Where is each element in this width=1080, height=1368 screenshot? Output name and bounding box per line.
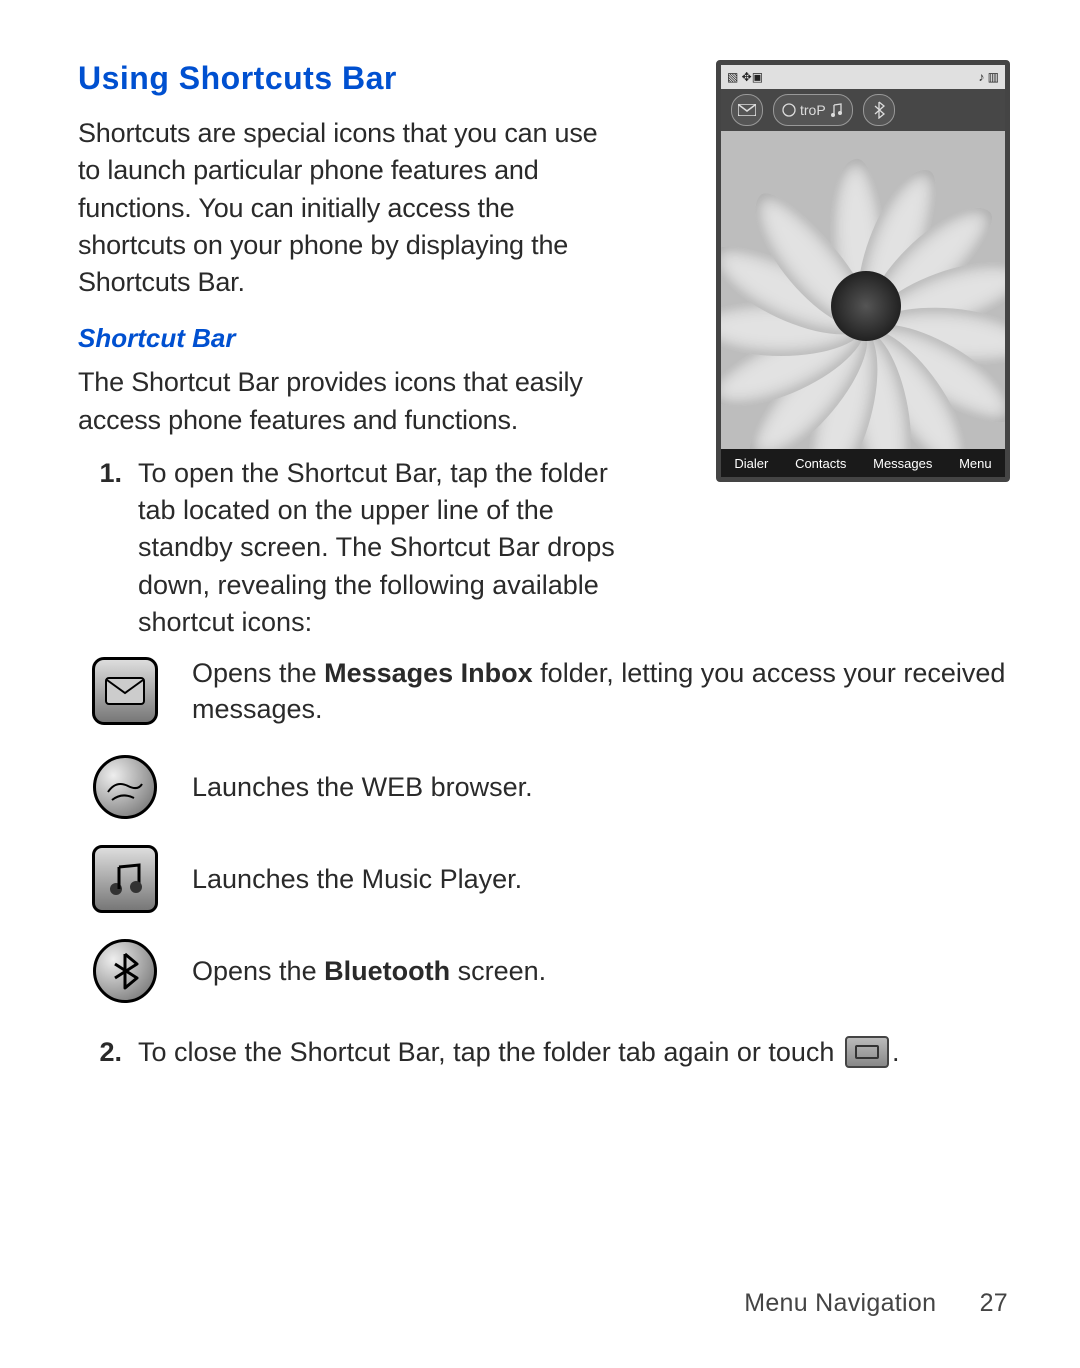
- shortcut-row-bluetooth: Opens the Bluetooth screen.: [78, 938, 1010, 1004]
- shortcut-row-web: Launches the WEB browser.: [78, 754, 1010, 820]
- heading-sub: Shortcut Bar: [78, 323, 623, 354]
- signal-icon: ▧ ✥▣: [727, 70, 763, 84]
- softkey: Messages: [873, 456, 932, 471]
- phone-screenshot: ▧ ✥▣ ♪ ▥ troP Dialer Contacts: [716, 60, 1010, 482]
- page-number: 27: [980, 1289, 1008, 1317]
- shortcut-desc: Launches the Music Player.: [192, 861, 522, 897]
- page-footer: Menu Navigation 27: [744, 1289, 1008, 1318]
- shortcut-desc: Opens the Bluetooth screen.: [192, 953, 546, 989]
- softkey-bar: Dialer Contacts Messages Menu: [721, 449, 1005, 477]
- step-text: To open the Shortcut Bar, tap the folder…: [138, 455, 623, 641]
- status-bar: ▧ ✥▣ ♪ ▥: [721, 65, 1005, 89]
- list-item: 2. To close the Shortcut Bar, tap the fo…: [78, 1034, 1010, 1071]
- phone-bluetooth-icon: [863, 94, 895, 126]
- folder-tab-icon: [845, 1036, 889, 1068]
- chapter-name: Menu Navigation: [744, 1289, 936, 1317]
- bluetooth-icon: [92, 938, 158, 1004]
- shortcut-desc: Opens the Messages Inbox folder, letting…: [192, 655, 1010, 728]
- battery-icon: ♪ ▥: [978, 70, 999, 84]
- step-number: 1.: [78, 455, 122, 641]
- list-item: 1. To open the Shortcut Bar, tap the fol…: [78, 455, 623, 641]
- phone-messages-icon: [731, 94, 763, 126]
- wallpaper-flower: [721, 131, 1005, 449]
- globe-icon: [92, 754, 158, 820]
- step-number: 2.: [78, 1034, 122, 1071]
- shortcut-desc: Launches the WEB browser.: [192, 769, 533, 805]
- shortcut-row-music: Launches the Music Player.: [78, 846, 1010, 912]
- ordered-list: 1. To open the Shortcut Bar, tap the fol…: [78, 455, 623, 641]
- softkey: Contacts: [795, 456, 846, 471]
- softkey: Dialer: [734, 456, 768, 471]
- softkey: Menu: [959, 456, 992, 471]
- messages-icon: [92, 658, 158, 724]
- shortcut-row-messages: Opens the Messages Inbox folder, letting…: [78, 655, 1010, 728]
- intro-para: Shortcuts are special icons that you can…: [78, 115, 623, 301]
- step-text: To close the Shortcut Bar, tap the folde…: [138, 1034, 899, 1071]
- phone-web-pill: troP: [773, 94, 853, 126]
- music-icon: [92, 846, 158, 912]
- phone-shortcut-bar: troP: [721, 89, 1005, 131]
- shortcut-intro: The Shortcut Bar provides icons that eas…: [78, 364, 623, 439]
